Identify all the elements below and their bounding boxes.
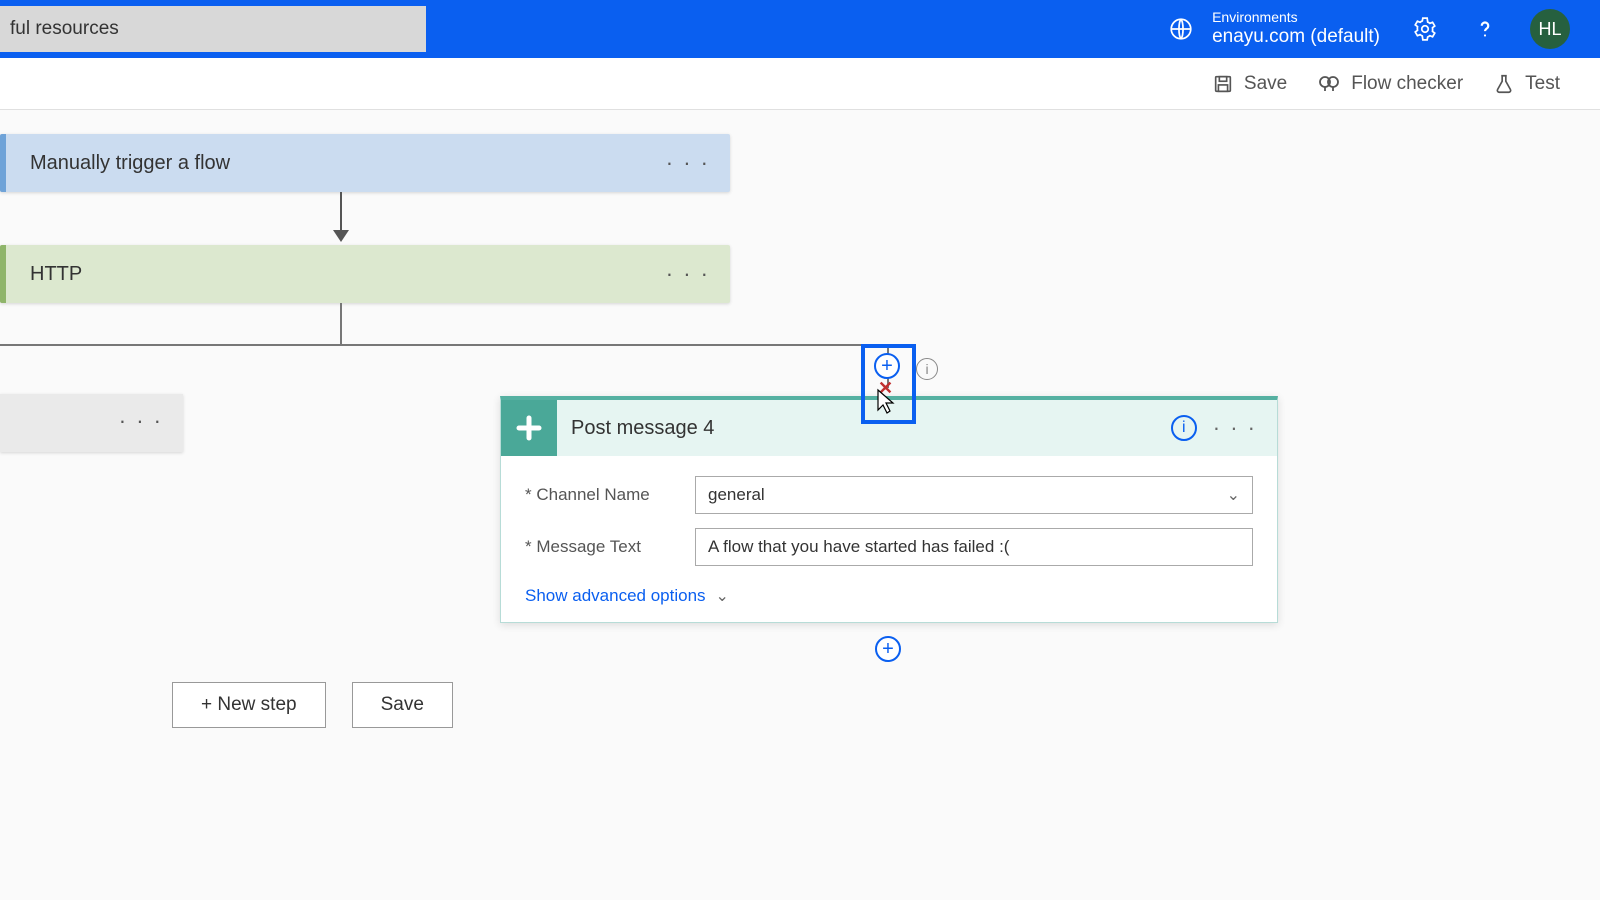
chevron-down-icon: ⌄ <box>1227 485 1240 505</box>
trigger-step[interactable]: Manually trigger a flow · · · <box>0 134 730 192</box>
flow-canvas[interactable]: Manually trigger a flow · · · HTTP · · ·… <box>0 110 1600 900</box>
add-step-button[interactable] <box>875 636 901 662</box>
globe-icon <box>1166 14 1196 44</box>
flow-checker-label: Flow checker <box>1351 73 1463 95</box>
add-step-button[interactable] <box>874 353 900 379</box>
channel-name-select[interactable]: general ⌄ <box>695 476 1253 514</box>
card-body: * Channel Name general ⌄ * Message Text … <box>501 456 1277 622</box>
card-menu-icon[interactable]: · · · <box>1213 415 1257 441</box>
save-label: Save <box>1244 73 1287 95</box>
show-advanced-link[interactable]: Show advanced options ⌄ <box>525 586 729 606</box>
bottom-button-row: + New step Save <box>172 682 453 728</box>
collapsed-step-menu-icon[interactable]: · · · <box>119 408 163 434</box>
slack-icon <box>501 400 557 456</box>
channel-name-label: * Channel Name <box>525 485 695 505</box>
save-button[interactable]: Save <box>1212 73 1287 95</box>
cursor-icon <box>876 388 896 420</box>
avatar[interactable]: HL <box>1530 9 1570 49</box>
search-input[interactable] <box>0 6 426 52</box>
show-advanced-label: Show advanced options <box>525 586 706 606</box>
http-step-title: HTTP <box>30 263 82 286</box>
environment-name: enayu.com (default) <box>1212 26 1380 49</box>
environments-label: Environments <box>1212 9 1380 26</box>
new-step-button[interactable]: + New step <box>172 682 326 728</box>
message-text-label: * Message Text <box>525 537 695 557</box>
http-step-menu-icon[interactable]: · · · <box>666 261 710 287</box>
connector-line <box>0 344 888 346</box>
connector-line <box>340 192 342 232</box>
top-right-group: Environments enayu.com (default) HL <box>1166 9 1600 49</box>
channel-name-value: general <box>708 485 765 505</box>
http-step[interactable]: HTTP · · · <box>0 245 730 303</box>
flow-checker-button[interactable]: Flow checker <box>1317 72 1463 96</box>
collapsed-step[interactable]: · · · <box>0 394 183 452</box>
arrow-head-icon <box>333 230 349 242</box>
trigger-step-menu-icon[interactable]: · · · <box>666 150 710 176</box>
trigger-step-title: Manually trigger a flow <box>30 152 230 175</box>
message-text-value: A flow that you have started has failed … <box>708 537 1009 557</box>
top-bar: Environments enayu.com (default) HL <box>0 0 1600 58</box>
post-message-card: Post message 4 i · · · * Channel Name ge… <box>500 396 1278 623</box>
test-button[interactable]: Test <box>1493 73 1560 95</box>
settings-icon[interactable] <box>1410 14 1440 44</box>
info-icon[interactable]: i <box>916 358 938 380</box>
environment-picker[interactable]: Environments enayu.com (default) <box>1166 9 1380 49</box>
connector-line <box>340 303 342 344</box>
help-icon[interactable] <box>1470 14 1500 44</box>
card-info-icon[interactable]: i <box>1171 415 1197 441</box>
test-label: Test <box>1525 73 1560 95</box>
command-bar: Save Flow checker Test <box>0 58 1600 110</box>
chevron-down-icon: ⌄ <box>716 586 729 606</box>
save-flow-button[interactable]: Save <box>352 682 453 728</box>
message-text-input[interactable]: A flow that you have started has failed … <box>695 528 1253 566</box>
